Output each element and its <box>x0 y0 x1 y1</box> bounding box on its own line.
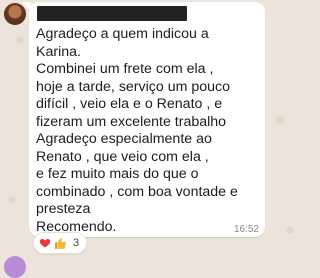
next-message-avatar[interactable] <box>4 256 26 278</box>
sender-name-redacted <box>37 6 187 21</box>
heart-icon <box>39 239 51 248</box>
thumbs-up-icon <box>55 237 66 249</box>
reaction-count: 3 <box>73 237 80 249</box>
message-bubble[interactable]: Agradeço a quem indicou a Karina. Combin… <box>22 2 265 237</box>
reactions-pill[interactable]: 3 <box>33 232 88 254</box>
message-text: Agradeço a quem indicou a Karina. Combin… <box>36 26 238 235</box>
message-timestamp: 16:52 <box>233 224 259 235</box>
